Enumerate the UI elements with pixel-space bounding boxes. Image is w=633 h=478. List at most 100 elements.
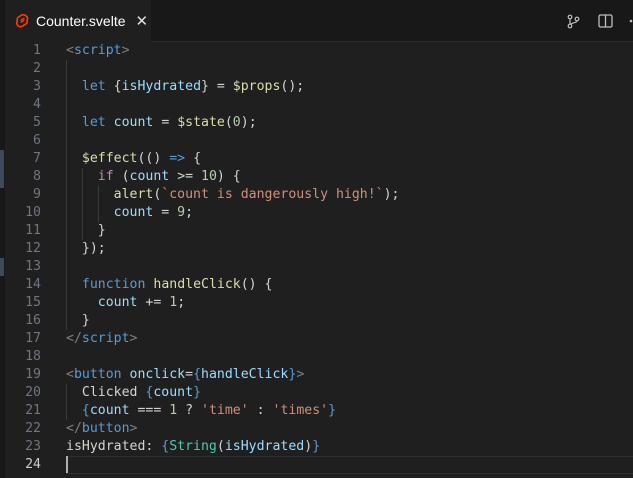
code-text: if (count >= 10) { <box>66 168 241 186</box>
code-token: ? <box>177 403 202 418</box>
line-number: 6 <box>33 133 41 148</box>
code-token: { <box>105 79 122 94</box>
code-token: $props <box>232 79 281 94</box>
tab-counter-svelte[interactable]: Counter.svelte ✕ <box>5 0 151 42</box>
code-text: <button onclick={handleClick}> <box>66 366 304 384</box>
code-line[interactable]: 4 <box>5 96 633 114</box>
code-token: 10 <box>201 169 217 184</box>
code-line[interactable]: 16 } <box>5 312 633 330</box>
code-line[interactable]: 15 count += 1; <box>5 294 633 312</box>
gutter-marker <box>0 150 4 188</box>
code-token: }); <box>66 241 106 256</box>
code-token: = <box>185 367 194 382</box>
code-token: > <box>129 421 138 436</box>
line-number: 8 <box>33 169 41 184</box>
code-token: < <box>66 367 74 382</box>
source-control-icon[interactable] <box>563 11 583 31</box>
code-token: count <box>89 403 130 418</box>
code-text: </script> <box>66 330 137 348</box>
code-token: } <box>66 223 106 238</box>
close-icon[interactable]: ✕ <box>136 13 149 29</box>
line-number: 1 <box>33 43 41 58</box>
code-token: ) <box>304 439 313 454</box>
code-token: button <box>81 421 130 436</box>
code-line[interactable]: 9 alert(`count is dangerously high!`); <box>5 186 633 204</box>
code-token: 1 <box>169 295 178 310</box>
code-line[interactable]: 2 <box>5 60 633 78</box>
line-number: 19 <box>25 367 41 382</box>
code-token: let <box>81 79 106 94</box>
line-number: 21 <box>25 403 41 418</box>
code-token: => <box>169 151 186 166</box>
code-text: </button> <box>66 420 137 438</box>
code-line[interactable]: 6 <box>5 132 633 150</box>
code-token: </ <box>66 331 82 346</box>
code-token: () { <box>240 277 273 292</box>
code-editor[interactable]: 1 <script> 2 3 let {isHydrated} = $props();… <box>5 42 633 478</box>
code-line[interactable]: 5 let count = $state(0); <box>5 114 633 132</box>
code-token: } <box>193 385 202 400</box>
code-line[interactable]: 13 <box>5 258 633 276</box>
line-number: 7 <box>33 151 41 166</box>
code-line[interactable]: 23 isHydrated: {String(isHydrated)} <box>5 438 633 456</box>
code-token: $effect <box>81 151 138 166</box>
line-number: 4 <box>33 97 41 112</box>
svelte-logo-icon <box>15 13 29 29</box>
code-line[interactable]: 14 function handleClick() { <box>5 276 633 294</box>
code-line[interactable]: 8 if (count >= 10) { <box>5 168 633 186</box>
code-token: = <box>153 115 178 130</box>
line-number: 23 <box>25 439 41 454</box>
code-text: let count = $state(0); <box>66 114 257 132</box>
code-line[interactable]: 17 </script> <box>5 330 633 348</box>
code-token: count <box>113 205 154 220</box>
code-line[interactable]: 12 }); <box>5 240 633 258</box>
tab-title: Counter.svelte <box>36 13 126 29</box>
code-token: (() <box>137 151 170 166</box>
line-number: 11 <box>25 223 41 238</box>
line-number: 20 <box>25 385 41 400</box>
code-token: { <box>81 403 90 418</box>
code-text: count = 9; <box>66 204 193 222</box>
code-token: count <box>153 385 194 400</box>
code-token: { <box>193 367 202 382</box>
code-token: </ <box>66 421 82 436</box>
code-line[interactable]: 22 </button> <box>5 420 633 438</box>
line-number: 5 <box>33 115 41 130</box>
code-token: 'time' <box>201 403 249 418</box>
line-number: 10 <box>25 205 41 220</box>
code-token: = <box>153 205 178 220</box>
code-token: ); <box>240 115 257 130</box>
line-number: 22 <box>25 421 41 436</box>
code-text: function handleClick() { <box>66 276 273 294</box>
line-number: 15 <box>25 295 41 310</box>
code-line[interactable]: 7 $effect(() => { <box>5 150 633 168</box>
code-line[interactable]: 18 <box>5 348 633 366</box>
editor-tab-bar: Counter.svelte ✕ <box>5 0 633 42</box>
code-line[interactable]: 10 count = 9; <box>5 204 633 222</box>
code-token: 'times' <box>272 403 329 418</box>
code-token: script <box>81 331 130 346</box>
code-text: } <box>66 222 106 240</box>
editor-actions <box>563 0 633 42</box>
code-token: >= <box>169 169 202 184</box>
code-line[interactable]: 21 {count === 1 ? 'time' : 'times'} <box>5 402 633 420</box>
code-line[interactable]: 19 <button onclick={handleClick}> <box>5 366 633 384</box>
code-token: if <box>97 169 114 184</box>
code-token: ( <box>113 169 130 184</box>
current-line-highlight <box>66 456 633 474</box>
code-line[interactable]: 1 <script> <box>5 42 633 60</box>
code-line[interactable]: 20 Clicked {count} <box>5 384 633 402</box>
code-token: > <box>296 367 305 382</box>
code-text: isHydrated: {String(isHydrated)} <box>66 438 320 456</box>
split-editor-icon[interactable] <box>595 11 615 31</box>
code-line[interactable]: 3 let {isHydrated} = $props(); <box>5 78 633 96</box>
code-token: alert <box>113 187 154 202</box>
code-token: } <box>312 439 321 454</box>
code-token: (); <box>280 79 305 94</box>
more-actions-icon[interactable] <box>627 11 633 31</box>
code-line[interactable]: 11 } <box>5 222 633 240</box>
